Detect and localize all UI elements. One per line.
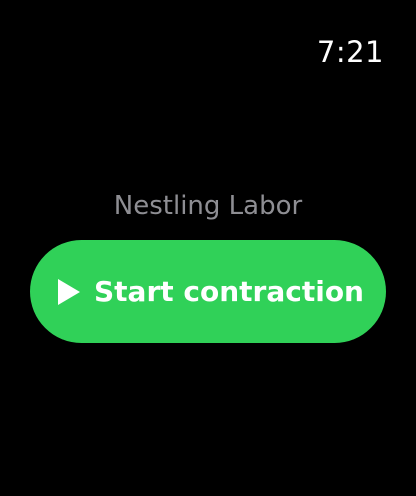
start-contraction-label: Start contraction — [94, 274, 364, 308]
start-contraction-button[interactable]: Start contraction — [30, 240, 386, 343]
play-icon — [58, 278, 80, 305]
watch-screen: 7:21 Nestling Labor Start contraction — [0, 0, 416, 496]
status-time: 7:21 — [316, 35, 384, 69]
app-title: Nestling Labor — [113, 191, 303, 221]
